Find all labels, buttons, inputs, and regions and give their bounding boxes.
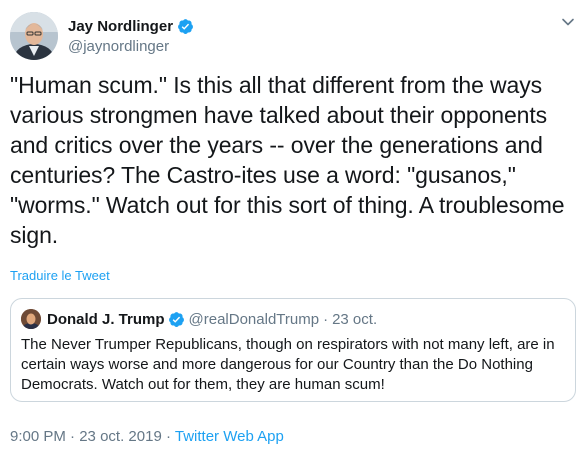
author-display-name[interactable]: Jay Nordlinger xyxy=(68,18,173,35)
tweet-text: "Human scum." Is this all that different… xyxy=(10,72,571,248)
verified-badge-icon xyxy=(178,18,193,34)
author-name-row: Jay Nordlinger xyxy=(68,16,194,36)
chevron-down-icon xyxy=(562,18,574,26)
author-avatar[interactable] xyxy=(10,12,58,60)
verified-badge-icon xyxy=(168,311,184,327)
quoted-author-display-name: Donald J. Trump xyxy=(47,310,165,328)
footer-separator: · xyxy=(70,428,76,445)
profile-photo-icon xyxy=(21,309,41,329)
quoted-tweet-text: The Never Trumper Republicans, though on… xyxy=(21,336,555,393)
translate-tweet-link[interactable]: Traduire le Tweet xyxy=(10,268,110,283)
footer-separator: · xyxy=(165,428,171,445)
author-names: Jay Nordlinger @jaynordlinger xyxy=(68,16,194,55)
author-handle[interactable]: @jaynordlinger xyxy=(68,38,194,55)
tweet-time[interactable]: 9:00 PM xyxy=(10,428,66,445)
more-options-chevron-icon[interactable] xyxy=(558,12,578,32)
tweet-footer: 9:00 PM · 23 oct. 2019 · Twitter Web App xyxy=(10,428,284,445)
quoted-tweet[interactable]: Donald J. Trump @realDonaldTrump · 23 oc… xyxy=(10,298,576,402)
quoted-tweet-header: Donald J. Trump @realDonaldTrump · 23 oc… xyxy=(21,309,565,329)
quoted-separator: · xyxy=(323,310,329,328)
profile-photo-icon xyxy=(10,12,58,60)
tweet-card: Jay Nordlinger @jaynordlinger "Human scu… xyxy=(0,0,588,454)
tweet-source-link[interactable]: Twitter Web App xyxy=(175,428,284,445)
tweet-date[interactable]: 23 oct. 2019 xyxy=(79,428,162,445)
tweet-header: Jay Nordlinger @jaynordlinger xyxy=(10,12,194,60)
quoted-author-handle: @realDonaldTrump xyxy=(188,310,320,328)
quoted-date: 23 oct. xyxy=(332,310,378,328)
quoted-author-avatar xyxy=(21,309,41,329)
